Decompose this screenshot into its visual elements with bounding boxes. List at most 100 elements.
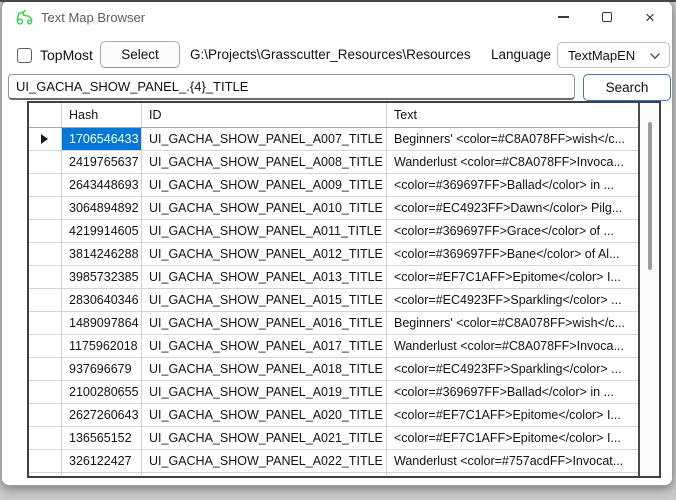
text-cell[interactable]: Wanderlust <color=#C8A078FF>Invoca... (387, 335, 638, 358)
id-cell[interactable]: UI_GACHA_SHOW_PANEL_A013_TITLE (142, 266, 387, 289)
resources-path: G:\Projects\Grasscutter_Resources\Resour… (190, 47, 471, 62)
table-row[interactable]: 326122427UI_GACHA_SHOW_PANEL_A022_TITLEW… (29, 450, 638, 473)
row-selector-cell[interactable] (29, 128, 62, 151)
id-cell[interactable] (142, 473, 387, 476)
grasscutter-logo-icon (15, 9, 35, 26)
row-selector-cell[interactable] (29, 335, 62, 358)
column-header-id[interactable]: ID (142, 103, 387, 127)
minimize-button[interactable] (541, 1, 585, 33)
hash-cell[interactable]: 3064894892 (62, 197, 142, 220)
row-selector-header[interactable] (29, 103, 62, 127)
table-row[interactable]: 3814246288UI_GACHA_SHOW_PANEL_A012_TITLE… (29, 243, 638, 266)
table-row[interactable]: 2830640346UI_GACHA_SHOW_PANEL_A015_TITLE… (29, 289, 638, 312)
row-selector-cell[interactable] (29, 381, 62, 404)
row-selector-cell[interactable] (29, 312, 62, 335)
hash-cell[interactable]: 136565152 (62, 427, 142, 450)
table-row[interactable]: 1706546433UI_GACHA_SHOW_PANEL_A007_TITLE… (29, 128, 638, 151)
table-row[interactable]: 937696679UI_GACHA_SHOW_PANEL_A018_TITLE<… (29, 358, 638, 381)
text-cell[interactable] (387, 473, 638, 476)
search-button-label: Search (606, 80, 649, 95)
search-button[interactable]: Search (583, 74, 671, 101)
row-selector-cell[interactable] (29, 151, 62, 174)
row-selector-cell[interactable] (29, 220, 62, 243)
id-cell[interactable]: UI_GACHA_SHOW_PANEL_A016_TITLE (142, 312, 387, 335)
hash-cell[interactable]: 1175962018 (62, 335, 142, 358)
column-header-hash[interactable]: Hash (62, 103, 142, 127)
row-selector-cell[interactable] (29, 174, 62, 197)
text-cell[interactable]: Wanderlust <color=#C8A078FF>Invoca... (387, 151, 638, 174)
hash-cell[interactable] (62, 473, 142, 476)
hash-cell[interactable]: 3814246288 (62, 243, 142, 266)
table-row[interactable]: 1175962018UI_GACHA_SHOW_PANEL_A017_TITLE… (29, 335, 638, 358)
table-row[interactable]: 3985732385UI_GACHA_SHOW_PANEL_A013_TITLE… (29, 266, 638, 289)
id-cell[interactable]: UI_GACHA_SHOW_PANEL_A021_TITLE (142, 427, 387, 450)
hash-cell[interactable]: 1489097864 (62, 312, 142, 335)
text-cell[interactable]: <color=#EC4923FF>Dawn</color> Pilg... (387, 197, 638, 220)
hash-cell[interactable]: 2830640346 (62, 289, 142, 312)
row-selector-cell[interactable] (29, 427, 62, 450)
row-selector-cell[interactable] (29, 289, 62, 312)
row-selector-cell[interactable] (29, 473, 62, 476)
table-row[interactable]: 136565152UI_GACHA_SHOW_PANEL_A021_TITLE<… (29, 427, 638, 450)
title-bar[interactable]: Text Map Browser × (2, 1, 672, 35)
row-selector-cell[interactable] (29, 404, 62, 427)
id-cell[interactable]: UI_GACHA_SHOW_PANEL_A019_TITLE (142, 381, 387, 404)
scrollbar-thumb[interactable] (648, 122, 652, 270)
text-cell[interactable]: Beginners' <color=#C8A078FF>wish</c... (387, 128, 638, 151)
text-cell[interactable]: Wanderlust <color=#757acdFF>Invocat... (387, 450, 638, 473)
text-cell[interactable]: <color=#369697FF>Grace</color> of ... (387, 220, 638, 243)
id-cell[interactable]: UI_GACHA_SHOW_PANEL_A018_TITLE (142, 358, 387, 381)
hash-cell[interactable]: 326122427 (62, 450, 142, 473)
id-cell[interactable]: UI_GACHA_SHOW_PANEL_A017_TITLE (142, 335, 387, 358)
text-cell[interactable]: <color=#369697FF>Ballad</color> in ... (387, 174, 638, 197)
select-button[interactable]: Select (100, 41, 180, 68)
text-cell[interactable]: <color=#369697FF>Bane</color> of Al... (387, 243, 638, 266)
id-cell[interactable]: UI_GACHA_SHOW_PANEL_A020_TITLE (142, 404, 387, 427)
table-row[interactable] (29, 473, 638, 476)
table-row[interactable]: 2100280655UI_GACHA_SHOW_PANEL_A019_TITLE… (29, 381, 638, 404)
search-input[interactable] (8, 74, 575, 100)
id-cell[interactable]: UI_GACHA_SHOW_PANEL_A012_TITLE (142, 243, 387, 266)
row-selector-cell[interactable] (29, 266, 62, 289)
topmost-checkbox[interactable] (17, 48, 32, 63)
id-cell[interactable]: UI_GACHA_SHOW_PANEL_A010_TITLE (142, 197, 387, 220)
text-cell[interactable]: <color=#369697FF>Ballad</color> in ... (387, 381, 638, 404)
vertical-scrollbar[interactable] (638, 103, 659, 476)
table-row[interactable]: 2419765637UI_GACHA_SHOW_PANEL_A008_TITLE… (29, 151, 638, 174)
id-cell[interactable]: UI_GACHA_SHOW_PANEL_A008_TITLE (142, 151, 387, 174)
hash-cell[interactable]: 937696679 (62, 358, 142, 381)
table-row[interactable]: 3064894892UI_GACHA_SHOW_PANEL_A010_TITLE… (29, 197, 638, 220)
table-header: Hash ID Text (29, 103, 638, 128)
hash-cell[interactable]: 2419765637 (62, 151, 142, 174)
row-selector-cell[interactable] (29, 358, 62, 381)
column-header-text[interactable]: Text (387, 103, 638, 127)
text-cell[interactable]: <color=#EF7C1AFF>Epitome</color> I... (387, 427, 638, 450)
maximize-button[interactable] (585, 1, 629, 33)
id-cell[interactable]: UI_GACHA_SHOW_PANEL_A011_TITLE (142, 220, 387, 243)
hash-cell[interactable]: 1706546433 (62, 128, 142, 151)
id-cell[interactable]: UI_GACHA_SHOW_PANEL_A007_TITLE (142, 128, 387, 151)
results-table-main: Hash ID Text 1706546433UI_GACHA_SHOW_PAN… (29, 103, 638, 476)
text-cell[interactable]: <color=#EF7C1AFF>Epitome</color> I... (387, 266, 638, 289)
row-selector-cell[interactable] (29, 450, 62, 473)
table-row[interactable]: 2643448693UI_GACHA_SHOW_PANEL_A009_TITLE… (29, 174, 638, 197)
row-selector-cell[interactable] (29, 243, 62, 266)
id-cell[interactable]: UI_GACHA_SHOW_PANEL_A015_TITLE (142, 289, 387, 312)
text-cell[interactable]: Beginners' <color=#C8A078FF>wish</c... (387, 312, 638, 335)
language-dropdown[interactable]: TextMapEN (557, 42, 670, 68)
close-button[interactable]: × (628, 1, 672, 33)
table-row[interactable]: 2627260643UI_GACHA_SHOW_PANEL_A020_TITLE… (29, 404, 638, 427)
hash-cell[interactable]: 2643448693 (62, 174, 142, 197)
table-row[interactable]: 1489097864UI_GACHA_SHOW_PANEL_A016_TITLE… (29, 312, 638, 335)
hash-cell[interactable]: 3985732385 (62, 266, 142, 289)
hash-cell[interactable]: 2100280655 (62, 381, 142, 404)
text-cell[interactable]: <color=#EC4923FF>Sparkling</color> ... (387, 289, 638, 312)
id-cell[interactable]: UI_GACHA_SHOW_PANEL_A009_TITLE (142, 174, 387, 197)
text-cell[interactable]: <color=#EF7C1AFF>Epitome</color> I... (387, 404, 638, 427)
hash-cell[interactable]: 2627260643 (62, 404, 142, 427)
text-cell[interactable]: <color=#EC4923FF>Sparkling</color> ... (387, 358, 638, 381)
table-row[interactable]: 4219914605UI_GACHA_SHOW_PANEL_A011_TITLE… (29, 220, 638, 243)
id-cell[interactable]: UI_GACHA_SHOW_PANEL_A022_TITLE (142, 450, 387, 473)
row-selector-cell[interactable] (29, 197, 62, 220)
hash-cell[interactable]: 4219914605 (62, 220, 142, 243)
